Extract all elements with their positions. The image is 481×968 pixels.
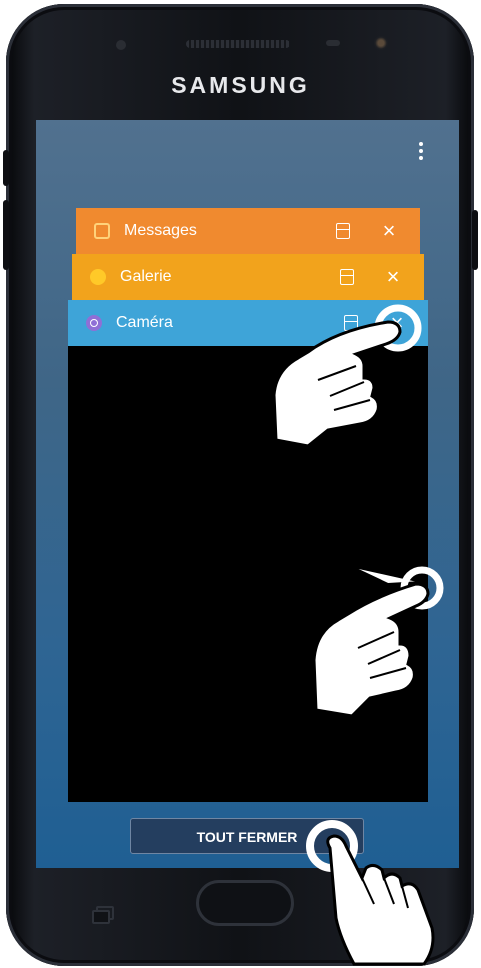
split-screen-icon[interactable] bbox=[334, 222, 352, 240]
recent-app-card-messages[interactable]: Messages × bbox=[76, 208, 420, 254]
close-icon[interactable]: × bbox=[380, 220, 398, 242]
app-label: Galerie bbox=[120, 268, 172, 285]
tap-close-all-hand-icon bbox=[306, 820, 435, 966]
more-options-icon[interactable] bbox=[416, 142, 426, 164]
earpiece-speaker bbox=[186, 40, 290, 48]
recent-apps-key-icon[interactable] bbox=[92, 906, 114, 924]
app-label: Messages bbox=[124, 222, 197, 239]
front-camera-icon bbox=[374, 36, 388, 50]
sensor-icon bbox=[116, 40, 126, 50]
home-button[interactable] bbox=[196, 880, 294, 926]
volume-up-button bbox=[3, 150, 9, 186]
power-button bbox=[472, 210, 478, 270]
swipe-hand-icon bbox=[312, 565, 444, 718]
camera-icon bbox=[86, 315, 102, 331]
close-icon[interactable]: × bbox=[384, 266, 402, 288]
volume-down-button bbox=[3, 200, 9, 270]
tap-hand-icon bbox=[272, 304, 422, 448]
brand-logo: SAMSUNG bbox=[171, 72, 310, 98]
recent-app-card-galerie[interactable]: Galerie × bbox=[72, 254, 424, 300]
proximity-sensor bbox=[326, 40, 340, 46]
split-screen-icon[interactable] bbox=[338, 268, 356, 286]
gallery-icon bbox=[90, 269, 106, 285]
messages-icon bbox=[94, 223, 110, 239]
recent-apps-screen: Messages × Galerie × Caméra × TOUT FERME… bbox=[36, 120, 459, 868]
